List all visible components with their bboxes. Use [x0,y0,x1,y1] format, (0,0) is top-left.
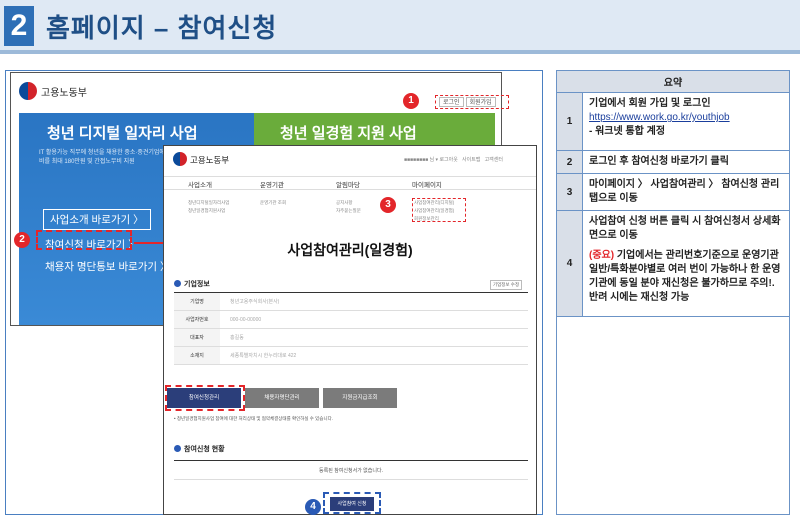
step-text: 사업참여 신청 버튼 클릭 시 참여신청서 상세화면으로 이동 [589,216,781,241]
warning-label: (중요) [589,250,615,261]
nav-notice[interactable]: 알림마당 [336,179,360,189]
apply-button-highlight [323,492,381,514]
info-value: 청년고용주식회사(본사) [230,299,280,305]
sub-intro-digital[interactable]: 청년디지털일자리사업 [188,200,229,206]
sub-faq[interactable]: 자주묻는질문 [336,208,361,214]
info-note: • 청년일경험지원사업 참여에 대한 처리상태 및 협약체결상태를 확인하실 수… [174,416,333,421]
info-value: 000-00-00000 [230,317,262,323]
company-info-table: 기업명 청년고용주식회사(본사) 사업자번호 000-00-00000 대표자 … [174,292,528,365]
gov-emblem-icon [173,152,187,166]
info-key: 기업명 [174,293,220,310]
tab-subsidy[interactable]: 지원금지급조회 [323,388,397,408]
signup-button[interactable]: 회원가입 [465,97,496,107]
company-section-title: 기업정보 [184,281,210,288]
utility-links: ■■■■■■■■ 님 ▾ 로그아웃 사이트맵 고객센터 [404,157,503,163]
info-value: 세종특별자치시 한누리대로 422 [230,353,297,359]
nav-mypage[interactable]: 마이페이지 [412,179,442,189]
main-nav: 사업소개 운영기관 알림마당 마이페이지 [164,176,536,190]
summary-heading: 요약 [556,70,790,93]
table-row: 기업명 청년고용주식회사(본사) [174,293,528,311]
sub-org-search[interactable]: 운영기관 조회 [260,200,286,206]
tab-highlight [165,385,245,411]
step-marker-3: 3 [380,197,396,213]
login-highlight: 로그인 회원가입 [435,95,509,109]
sub-notice[interactable]: 공지사항 [336,200,353,206]
info-key: 사업자번호 [174,311,220,328]
step-marker-1: 1 [403,93,419,109]
warning-body: 기업에서는 관리번호기준으로 운영기관 일반/특화분야별로 여러 번이 가능하나… [589,250,781,303]
nav-org[interactable]: 운영기관 [260,179,284,189]
section-bullet-icon [174,280,181,287]
edit-company-button[interactable]: 기업정보 수정 [490,280,523,290]
gov-emblem-icon [19,82,37,100]
summary-num: 3 [556,173,583,211]
table-row: 사업자번호 000-00-00000 [174,311,528,329]
step-marker-4: 4 [305,499,321,515]
banner-description: IT 활용가능 직무에 청년을 채용한 중소·중견기업에 인건비를 최대 180… [39,150,178,165]
info-key: 소재지 [174,347,220,364]
summary-table: 요약 1 기업에서 회원 가입 및 로그인 https://www.work.g… [556,70,790,317]
org-name: 고용노동부 [190,155,230,165]
summary-step: 사업참여 신청 버튼 클릭 시 참여신청서 상세화면으로 이동 (중요) 기업에… [582,210,790,317]
login-button[interactable]: 로그인 [439,97,464,107]
worknet-link[interactable]: https://www.work.go.kr/youthjob [589,111,783,125]
info-value: 홍길동 [230,335,244,341]
summary-num: 4 [556,210,583,317]
org-name: 고용노동부 [41,88,87,99]
slide-header: 2 홈페이지 – 참여신청 [0,0,800,54]
mypage-highlight [412,198,466,222]
step-text: 기업에서 회원 가입 및 로그인 [589,98,711,109]
table-row: 소재지 세종특별자치시 한누리대로 422 [174,347,528,365]
step-text: 마이페이지 〉 사업참여관리 〉 참여신청 관리 탭으로 이동 [582,173,790,211]
summary-step: 기업에서 회원 가입 및 로그인 https://www.work.go.kr/… [582,92,790,151]
summary-num: 1 [556,92,583,151]
nav-intro[interactable]: 사업소개 [188,179,212,189]
apply-link-highlight [36,230,132,250]
step-marker-2: 2 [14,232,30,248]
slide-title: 홈페이지 – 참여신청 [46,13,278,43]
homepage-topbar: 고용노동부 로그인 회원가입 [11,73,509,113]
sub-intro-experience[interactable]: 청년일경험지원사업 [188,208,225,214]
info-key: 대표자 [174,329,220,346]
banner-left-title: 청년 디지털 일자리 사업 [47,125,198,142]
status-section-title: 참여신청 현황 [184,446,225,453]
header-divider [0,50,800,54]
intro-link[interactable]: 사업소개 바로가기 〉 [43,209,151,230]
section-bullet-icon [174,445,181,452]
mypage-screenshot: 고용노동부 ■■■■■■■■ 님 ▾ 로그아웃 사이트맵 고객센터 사업소개 운… [163,145,537,515]
table-row: 대표자 홍길동 [174,329,528,347]
warning-text: (중요) 기업에서는 관리번호기준으로 운영기관 일반/특화분야별로 여러 번이… [589,249,783,305]
summary-num: 2 [556,150,583,174]
step-subtext: - 워크넷 통합 계정 [589,126,666,137]
page-title: 사업참여관리(일경험) [287,242,413,258]
status-empty-message: 등록된 참여신청서가 없습니다. [174,460,528,480]
notice-link[interactable]: 채용자 명단통보 바로가기 〉 [45,259,171,274]
section-number: 2 [4,6,34,46]
step-text: 로그인 후 참여신청 바로가기 클릭 [582,150,790,174]
tab-hire-list[interactable]: 채용자명단관리 [245,388,319,408]
summary-blank-area [556,310,790,515]
banner-right-title: 청년 일경험 지원 사업 [280,125,417,142]
